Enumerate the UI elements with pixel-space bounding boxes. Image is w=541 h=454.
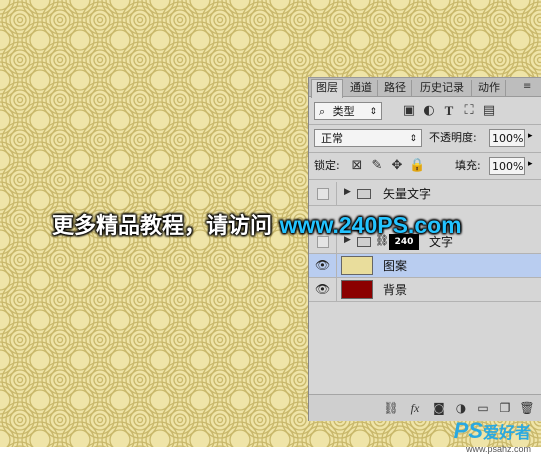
fill-label: 填充: [455, 159, 481, 172]
layer-row-background[interactable]: 👁 背景 [309, 278, 541, 302]
divider [336, 254, 337, 278]
tab-channels[interactable]: 通道 [345, 80, 378, 96]
filter-pixel-icon[interactable]: ▣ [401, 102, 417, 120]
layers-panel: 图层 通道 路径 历史记录 动作 ≡ ⌕ 类型 ⇕ ▣ ◐ T ⛶ ▤ 正常 ⇕… [308, 77, 541, 421]
logo-ps: PS [453, 418, 483, 443]
watermark-url: www.240PS.com [279, 212, 462, 238]
layer-name[interactable]: 背景 [383, 282, 407, 298]
tab-paths[interactable]: 路径 [379, 80, 412, 96]
tab-actions[interactable]: 动作 [473, 80, 506, 96]
logo-site: www.psahz.com [465, 444, 531, 454]
expand-triangle-icon[interactable]: ▶ [344, 187, 351, 197]
dropdown-arrow-icon: ⇕ [409, 134, 417, 144]
filter-row: ⌕ 类型 ⇕ ▣ ◐ T ⛶ ▤ [309, 100, 541, 122]
lock-label: 锁定: [314, 159, 340, 172]
lock-brush-icon[interactable]: ✎ [369, 157, 385, 175]
filter-smart-object-icon[interactable]: ▤ [481, 102, 497, 120]
site-logo: PS爱好者 www.psahz.com [453, 418, 531, 454]
layer-thumbnail[interactable] [341, 280, 373, 299]
eye-icon[interactable]: 👁 [315, 282, 330, 296]
blend-mode-value: 正常 [321, 132, 343, 145]
filter-type-icon[interactable]: T [441, 102, 457, 120]
search-icon: ⌕ [319, 105, 326, 118]
opacity-slider-arrow-icon[interactable]: ▸ [528, 131, 533, 141]
layer-thumbnail[interactable] [341, 256, 373, 275]
filter-kind-dropdown[interactable]: ⌕ 类型 ⇕ [314, 102, 382, 120]
lock-move-icon[interactable]: ✥ [389, 157, 405, 175]
watermark: 更多精品教程，请访问 www.240PS.com [52, 208, 462, 240]
divider [309, 124, 541, 125]
opacity-field[interactable]: 100% [489, 129, 525, 147]
watermark-text: 更多精品教程，请访问 [52, 214, 280, 239]
divider [309, 179, 541, 180]
layer-row-vector-text[interactable]: ▶ 矢量文字 [309, 182, 541, 206]
panel-bottom-toolbar: ⛓ fx ◙ ◑ ▭ ❐ 🗑 [309, 394, 541, 421]
layer-name[interactable]: 图案 [383, 258, 407, 274]
panel-menu-icon[interactable]: ≡ [523, 81, 531, 92]
layer-name[interactable]: 矢量文字 [383, 186, 431, 202]
lock-row: 锁定: ⊠ ✎ ✥ 🔒 填充: 100% ▸ [309, 156, 541, 178]
layer-row-pattern[interactable]: 👁 图案 [309, 254, 541, 278]
fill-field[interactable]: 100% [489, 157, 525, 175]
filter-adjustment-icon[interactable]: ◐ [421, 102, 437, 120]
opacity-label: 不透明度: [429, 131, 477, 144]
trash-icon[interactable]: 🗑 [519, 399, 535, 417]
dropdown-arrow-icon: ⇕ [369, 107, 377, 117]
add-mask-icon[interactable]: ◙ [431, 399, 447, 417]
blend-mode-dropdown[interactable]: 正常 ⇕ [314, 129, 422, 147]
filter-shape-icon[interactable]: ⛶ [461, 102, 477, 120]
divider [336, 278, 337, 302]
new-layer-icon[interactable]: ❐ [497, 399, 513, 417]
tab-layers[interactable]: 图层 [311, 79, 343, 98]
tab-history[interactable]: 历史记录 [413, 80, 472, 96]
blend-row: 正常 ⇕ 不透明度: 100% ▸ [309, 128, 541, 150]
eye-icon[interactable]: 👁 [315, 258, 330, 272]
lock-transparent-icon[interactable]: ⊠ [349, 157, 365, 175]
lock-all-icon[interactable]: 🔒 [409, 157, 425, 175]
new-group-icon[interactable]: ▭ [475, 399, 491, 417]
logo-cn: 爱好者 [482, 425, 531, 442]
fx-icon[interactable]: fx [407, 399, 423, 417]
folder-icon [357, 189, 371, 199]
divider [336, 182, 337, 206]
filter-kind-label: 类型 [332, 105, 355, 118]
link-layers-icon[interactable]: ⛓ [383, 399, 399, 417]
adjustment-layer-icon[interactable]: ◑ [453, 399, 469, 417]
divider [309, 152, 541, 153]
panel-tab-bar: 图层 通道 路径 历史记录 动作 ≡ [309, 78, 541, 98]
fill-slider-arrow-icon[interactable]: ▸ [528, 159, 533, 169]
visibility-toggle-off[interactable] [317, 188, 329, 200]
